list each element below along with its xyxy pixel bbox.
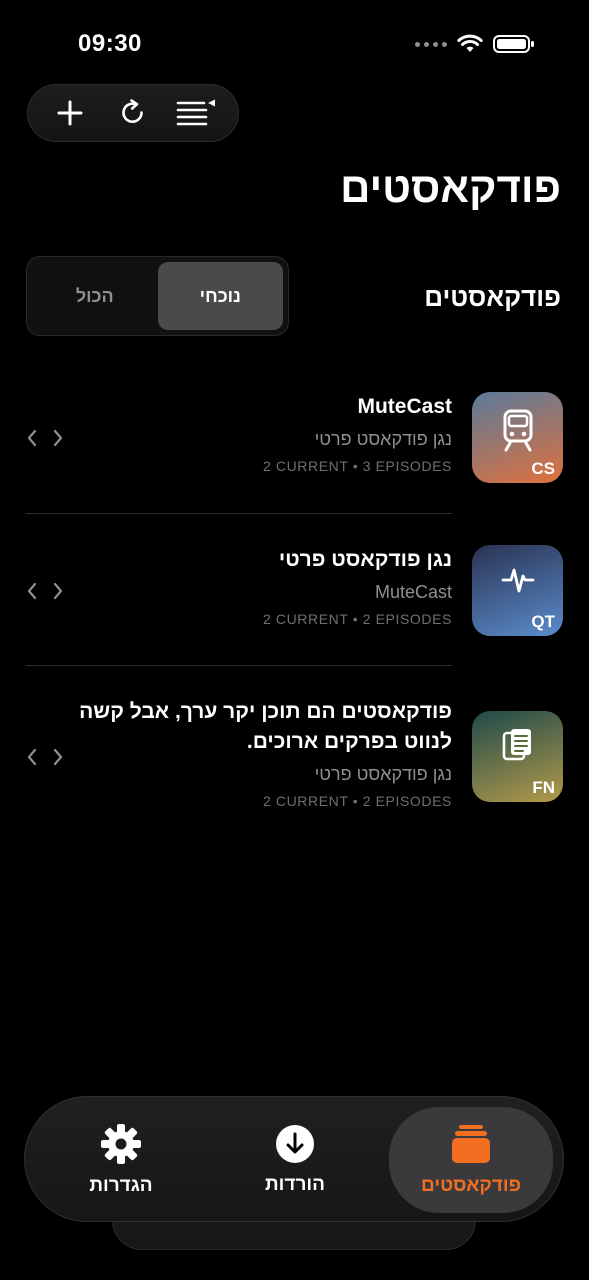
- train-icon: [503, 409, 532, 452]
- row-divider: [26, 665, 452, 666]
- page-title: פודקאסטים: [340, 164, 561, 211]
- podcast-title: MuteCast: [357, 395, 452, 418]
- podcast-subtitle: נגן פודקאסט פרטי: [314, 764, 452, 784]
- podcast-subtitle: MuteCast: [374, 582, 452, 602]
- tab-label: הגדרות: [89, 1175, 153, 1196]
- podcast-row[interactable]: QT נגן פודקאסט פרטי MuteCast 2 CURRENT •…: [26, 545, 563, 645]
- podcast-artwork: CS: [472, 392, 563, 483]
- segment-all[interactable]: הכול: [32, 262, 158, 330]
- refresh-icon: [122, 99, 143, 123]
- podcast-row[interactable]: FN פודקאסטים הם תוכן יקר ערך, אבל קשה לנ…: [26, 697, 563, 827]
- waveform-icon: [501, 568, 534, 593]
- document-icon: [502, 729, 531, 761]
- tab-bar: פודקאסטים הורדות הגדרות: [24, 1096, 564, 1222]
- list-play-icon: [177, 99, 216, 126]
- podcast-meta: 2 CURRENT • 2 EPISODES: [263, 793, 452, 809]
- artwork-abbreviation: QT: [531, 612, 555, 631]
- chevron-right-icon[interactable]: [52, 582, 64, 600]
- tab-settings[interactable]: הגדרות: [51, 1107, 191, 1213]
- row-divider: [26, 513, 452, 514]
- chevron-left-icon[interactable]: [26, 748, 38, 766]
- chevron-right-icon[interactable]: [52, 429, 64, 447]
- tab-label: הורדות: [265, 1174, 325, 1195]
- chevron-left-icon[interactable]: [26, 429, 38, 447]
- status-time: 09:30: [78, 30, 142, 57]
- tab-downloads[interactable]: הורדות: [225, 1107, 365, 1213]
- chevron-left-icon[interactable]: [26, 582, 38, 600]
- status-icons: [415, 34, 535, 54]
- podcast-subtitle: נגן פודקאסט פרטי: [314, 429, 452, 449]
- podcast-artwork: QT: [472, 545, 563, 636]
- filter-segmented-control: הכול נוכחי: [26, 256, 289, 336]
- gear-icon: [101, 1124, 141, 1164]
- podcast-title: פודקאסטים הם תוכן יקר ערך, אבל קשה לנווט…: [79, 700, 452, 753]
- add-button[interactable]: [45, 88, 95, 138]
- battery-icon: [493, 35, 534, 53]
- stack-icon: [452, 1125, 490, 1163]
- podcast-row[interactable]: CS MuteCast נגן פודקאסט פרטי 2 CURRENT •…: [26, 392, 563, 492]
- artwork-abbreviation: CS: [531, 459, 555, 478]
- queue-button[interactable]: [171, 88, 221, 138]
- podcast-meta: 2 CURRENT • 2 EPISODES: [263, 611, 452, 627]
- toolbar: [27, 84, 239, 142]
- podcast-meta: 2 CURRENT • 3 EPISODES: [263, 458, 452, 474]
- signal-icon: [415, 41, 447, 47]
- artwork-abbreviation: FN: [532, 778, 555, 797]
- chevron-right-icon[interactable]: [52, 748, 64, 766]
- download-icon: [276, 1125, 314, 1163]
- tab-label: פודקאסטים: [421, 1175, 521, 1196]
- plus-icon: [57, 100, 83, 126]
- tab-podcasts[interactable]: פודקאסטים: [389, 1107, 553, 1213]
- refresh-button[interactable]: [108, 88, 158, 138]
- podcast-artwork: FN: [472, 711, 563, 802]
- wifi-icon: [457, 34, 483, 52]
- section-title: פודקאסטים: [424, 282, 561, 312]
- segment-current[interactable]: נוכחי: [157, 262, 283, 330]
- podcast-title: נגן פודקאסט פרטי: [278, 548, 452, 571]
